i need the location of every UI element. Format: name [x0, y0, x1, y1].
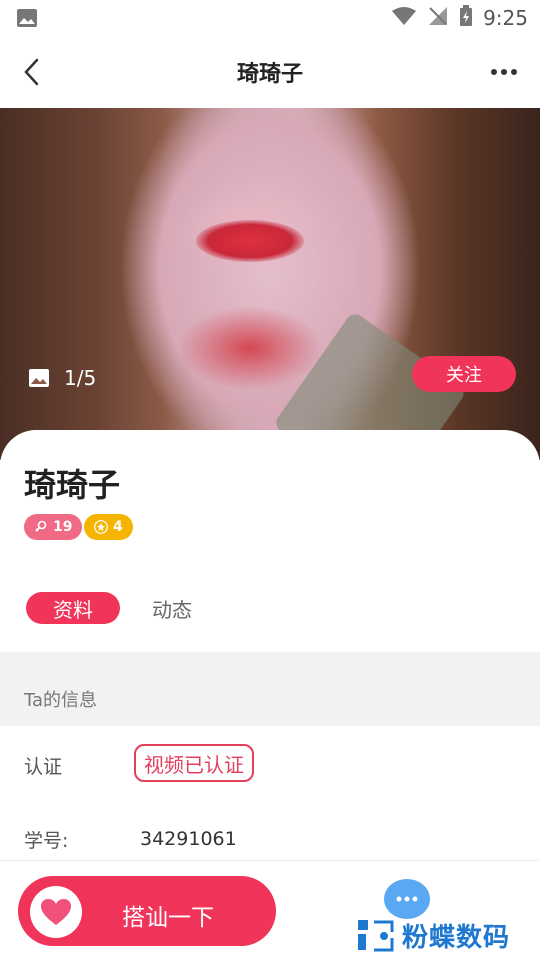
star-icon	[94, 520, 108, 534]
message-button[interactable]	[384, 879, 430, 919]
chat-up-label: 搭讪一下	[122, 905, 214, 931]
top-navigation: 琦琦子	[0, 36, 540, 108]
watermark-logo-icon	[358, 919, 394, 951]
no-signal-icon	[427, 5, 449, 31]
verification-row: 认证 视频已认证	[0, 726, 540, 796]
watermark: 粉蝶数码	[356, 917, 510, 954]
verification-label: 认证	[24, 756, 63, 778]
page-title: 琦琦子	[236, 62, 303, 87]
profile-tabs: 资料 动态	[0, 592, 540, 628]
level-badge: 4	[84, 514, 133, 540]
status-bar: 9:25	[0, 0, 540, 36]
heart-icon	[30, 886, 82, 938]
section-title: Ta的信息	[24, 690, 98, 711]
student-id-label: 学号:	[24, 830, 69, 852]
more-options-button[interactable]	[484, 52, 524, 92]
student-id-value: 34291061	[140, 828, 237, 850]
image-icon	[16, 8, 38, 28]
status-time: 9:25	[483, 6, 528, 30]
bottom-action-bar: 搭讪一下 粉蝶数码	[0, 860, 540, 961]
chat-bubble-icon	[396, 896, 418, 902]
profile-name: 琦琦子	[24, 466, 121, 504]
photo-counter-text: 1/5	[64, 366, 97, 390]
photo-gallery-icon	[29, 369, 49, 387]
follow-button[interactable]: 关注	[412, 356, 516, 392]
tab-info[interactable]: 资料	[26, 592, 120, 624]
profile-photo[interactable]: 1/5 关注	[0, 108, 540, 460]
chat-up-button[interactable]: 搭讪一下	[18, 876, 276, 946]
watermark-text: 粉蝶数码	[402, 923, 511, 953]
age-badge: 19	[24, 514, 83, 540]
photo-counter: 1/5	[28, 366, 96, 390]
more-dots-icon	[491, 69, 517, 75]
female-icon	[35, 520, 47, 532]
battery-icon	[459, 5, 473, 31]
video-verified-badge: 视频已认证	[134, 744, 254, 782]
profile-card: 琦琦子 19 4 资料 动态	[0, 430, 540, 652]
wifi-icon	[391, 6, 417, 30]
tab-moments[interactable]: 动态	[140, 592, 204, 624]
info-section-header: Ta的信息	[0, 652, 540, 726]
